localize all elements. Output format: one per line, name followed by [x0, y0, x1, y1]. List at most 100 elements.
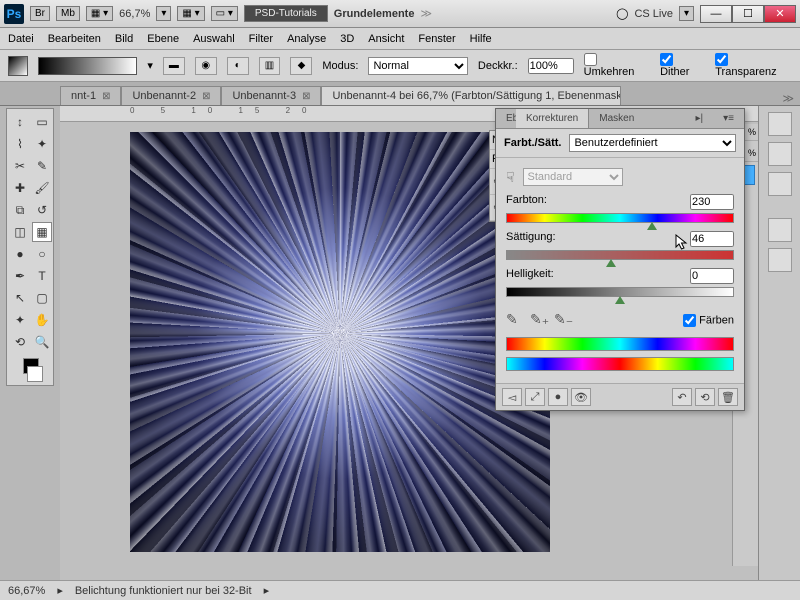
delete-icon[interactable]: 🗑 [718, 388, 738, 406]
dither-checkbox[interactable]: Dither [660, 53, 705, 78]
workspace-more-icon[interactable]: ≫ [420, 7, 432, 20]
hand-scrub-icon[interactable]: ☟ [506, 169, 515, 186]
hue-input[interactable] [690, 194, 734, 210]
hand-tool[interactable]: ✋ [32, 310, 52, 330]
zoom-tool[interactable]: 🔍 [32, 332, 52, 352]
history-brush-tool[interactable]: ↺ [32, 200, 52, 220]
doc-tab-4[interactable]: Unbenannt-4 bei 66,7% (Farbton/Sättigung… [321, 86, 621, 105]
saturation-input[interactable] [690, 231, 734, 247]
eyedropper-sub-icon[interactable]: ✎₋ [554, 311, 572, 329]
doc-tab-3[interactable]: Unbenannt-3⊠ [221, 86, 321, 105]
gradient-reflected-button[interactable]: ▥ [259, 57, 281, 75]
eraser-tool[interactable]: ◫ [10, 222, 30, 242]
modus-select[interactable]: Normal [368, 57, 467, 75]
saturation-slider-handle[interactable] [606, 259, 616, 267]
paths-panel-icon[interactable] [768, 172, 792, 196]
menu-analyse[interactable]: Analyse [287, 33, 326, 45]
maximize-button[interactable]: ☐ [732, 5, 764, 23]
menu-datei[interactable]: Datei [8, 33, 34, 45]
eyedropper-add-icon[interactable]: ✎₊ [530, 311, 548, 329]
gradient-diamond-button[interactable]: ◆ [290, 57, 312, 75]
menu-bild[interactable]: Bild [115, 33, 133, 45]
gradient-angle-button[interactable]: ◐ [227, 57, 249, 75]
close-icon[interactable]: ⊠ [202, 91, 210, 102]
deckkr-input[interactable] [528, 58, 574, 74]
colorize-checkbox[interactable]: Färben [683, 314, 734, 327]
arrange-button[interactable]: ▦ ▾ [86, 6, 113, 21]
workspace-tutorials-button[interactable]: PSD-Tutorials [244, 5, 328, 22]
hue-slider-handle[interactable] [647, 222, 657, 230]
eyedropper-icon[interactable]: ✎ [506, 311, 524, 329]
lightness-slider[interactable] [506, 287, 734, 297]
canvas-image[interactable] [130, 132, 550, 552]
reset-icon[interactable]: ⟲ [695, 388, 715, 406]
menu-fenster[interactable]: Fenster [418, 33, 455, 45]
status-more-icon[interactable]: ▸ [264, 584, 270, 597]
transparenz-checkbox[interactable]: Transparenz [715, 53, 792, 78]
tab-korrekturen[interactable]: Korrekturen [516, 109, 589, 128]
marquee-tool[interactable]: ▭ [32, 112, 52, 132]
bridge-button[interactable]: Br [30, 6, 50, 21]
lightness-slider-handle[interactable] [615, 296, 625, 304]
rotate-tool[interactable]: ⟲ [10, 332, 30, 352]
dodge-tool[interactable]: ○ [32, 244, 52, 264]
path-select-tool[interactable]: ↖ [10, 288, 30, 308]
move-tool[interactable]: ↕ [10, 112, 30, 132]
background-swatch[interactable] [27, 366, 43, 382]
tab-eb-truncated[interactable]: Eb [496, 109, 516, 128]
adjustments-panel-icon[interactable] [768, 218, 792, 242]
panel-menu-icon[interactable]: ▾≡ [713, 109, 744, 128]
cslive-button[interactable]: CS Live [634, 8, 673, 20]
color-swatches[interactable] [10, 358, 52, 382]
stamp-tool[interactable]: ⧉ [10, 200, 30, 220]
cslive-dropdown[interactable]: ▾ [679, 6, 694, 21]
clip-icon[interactable]: ● [548, 388, 568, 406]
heal-tool[interactable]: ✚ [10, 178, 30, 198]
gradient-picker[interactable] [38, 57, 137, 75]
shape-tool[interactable]: ▢ [32, 288, 52, 308]
back-icon[interactable]: ◅ [502, 388, 522, 406]
3d-tool[interactable]: ✦ [10, 310, 30, 330]
wand-tool[interactable]: ✦ [32, 134, 52, 154]
type-tool[interactable]: T [32, 266, 52, 286]
menu-bearbeiten[interactable]: Bearbeiten [48, 33, 101, 45]
view-extras-button[interactable]: ▦ ▾ [177, 6, 204, 21]
close-button[interactable]: ✕ [764, 5, 796, 23]
doc-tab-1[interactable]: nnt-1⊠ [60, 86, 121, 105]
lightness-input[interactable] [690, 268, 734, 284]
expand-icon[interactable]: ⤢ [525, 388, 545, 406]
status-info-icon[interactable]: ▸ [57, 584, 63, 597]
status-zoom[interactable]: 66,67% [8, 585, 45, 597]
blur-tool[interactable]: ● [10, 244, 30, 264]
panel-collapse-icon[interactable]: ▸| [686, 109, 714, 128]
menu-hilfe[interactable]: Hilfe [470, 33, 492, 45]
minimize-button[interactable]: — [700, 5, 732, 23]
preset-select[interactable]: Benutzerdefiniert [569, 134, 736, 152]
lasso-tool[interactable]: ⌇ [10, 134, 30, 154]
menu-auswahl[interactable]: Auswahl [193, 33, 235, 45]
minibridge-button[interactable]: Mb [56, 6, 80, 21]
pen-tool[interactable]: ✒ [10, 266, 30, 286]
menu-ebene[interactable]: Ebene [147, 33, 179, 45]
eyedropper-tool[interactable]: ✎ [32, 156, 52, 176]
gradient-tool[interactable]: ▦ [32, 222, 52, 242]
menu-3d[interactable]: 3D [340, 33, 354, 45]
workspace-label[interactable]: Grundelemente [334, 8, 415, 20]
tab-overflow-icon[interactable]: ≫ [776, 92, 800, 105]
menu-ansicht[interactable]: Ansicht [368, 33, 404, 45]
umkehren-checkbox[interactable]: Umkehren [584, 53, 650, 78]
crop-tool[interactable]: ✂ [10, 156, 30, 176]
layers-panel-icon[interactable] [768, 112, 792, 136]
screen-mode-button[interactable]: ▭ ▾ [211, 6, 238, 21]
gradient-radial-button[interactable]: ◉ [195, 57, 217, 75]
menu-filter[interactable]: Filter [249, 33, 273, 45]
gradient-linear-button[interactable]: ▬ [163, 57, 185, 75]
styles-panel-icon[interactable] [768, 248, 792, 272]
tab-masken[interactable]: Masken [589, 109, 644, 128]
close-icon[interactable]: ⊠ [102, 91, 110, 102]
hue-slider[interactable] [506, 213, 734, 223]
visibility-icon[interactable]: 👁 [571, 388, 591, 406]
prev-state-icon[interactable]: ↶ [672, 388, 692, 406]
doc-tab-2[interactable]: Unbenannt-2⊠ [121, 86, 221, 105]
close-icon[interactable]: ⊠ [302, 91, 310, 102]
